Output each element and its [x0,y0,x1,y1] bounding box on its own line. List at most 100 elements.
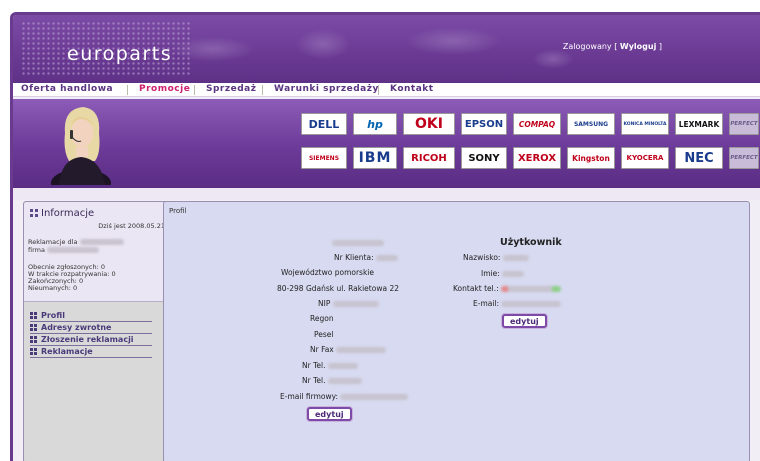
redacted-user-email [501,301,562,307]
company-row: firma [28,246,100,254]
tel-row: Nr Tel. [302,361,358,370]
bracket-open: [ [614,42,618,51]
brands-banner: DELL hp OKI EPSON COMPAQ SAMSUNG KONICA … [13,99,760,188]
nav-item-oferta[interactable]: Oferta handlowa [21,84,113,94]
brand-siemens-logo[interactable]: SIEMENS [301,147,347,169]
info-title: Informacje [30,208,94,219]
grid-icon [30,312,37,319]
sidebar-item-profil[interactable]: Profil [30,310,152,322]
woman-photo [51,107,111,185]
redacted-tel [327,363,358,369]
edit-user-button[interactable]: edytuj [502,314,547,328]
sidebar: Informacje Dziś jest 2008.05.21 Reklamac… [23,201,170,461]
surname-row: Nazwisko: [463,253,529,262]
fax-label: Nr Fax [310,345,334,354]
unread-count: Nieumanych: 0 [28,284,78,292]
brand-konica-minolta-logo[interactable]: KONICA MINOLTA [621,113,669,135]
date-label: Dziś jest 2008.05.21 [98,222,165,230]
client-no-row: Nr Klienta: [334,253,398,262]
nav-separator [378,85,379,95]
nav-item-promocje[interactable]: Promocje [139,84,190,94]
sidebar-item-zgloszenie[interactable]: Złoszenie reklamacji [30,334,152,346]
fax-row: Nr Fax [310,345,387,354]
sidebar-item-adresy[interactable]: Adresy zwrotne [30,322,152,334]
company-name-row [332,238,384,247]
nav-separator [127,85,128,95]
tel-label: Nr Tel. [302,361,326,370]
edit-company-button[interactable]: edytuj [307,407,352,421]
phone-row: Kontakt tel.: [453,284,562,293]
nav-separator [262,85,263,95]
nip-label: NIP [318,299,331,308]
nav-separator [194,85,195,95]
redacted-tel2 [327,378,362,384]
sidebar-item-reklamacje[interactable]: Reklamacje [30,346,152,358]
address: 80-298 Gdańsk ul. Rakietowa 22 [277,284,399,293]
grid-icon [30,209,38,217]
brand-perfect-logo[interactable]: PERFECT [729,113,759,135]
nip-row: NIP [318,299,379,308]
logout-link[interactable]: Wyloguj [620,42,656,51]
page-frame: europarts Zalogowany [ Wyloguj ] Oferta … [10,12,760,461]
menu-label: Adresy zwrotne [41,323,112,332]
redacted-name [79,239,124,245]
user-section-title: Użytkownik [500,237,562,248]
redacted-name-field [502,271,525,277]
redacted-fax [336,347,387,353]
profile-panel: Profil Nr Klienta: Województwo pomorskie… [163,201,750,461]
name-label: Imie: [481,269,500,278]
menu-label: Złoszenie reklamacji [41,335,134,344]
pesel-label: Pesel [314,330,334,339]
info-panel: Informacje Dziś jest 2008.05.21 Reklamac… [24,202,169,302]
tel2-label: Nr Tel. [302,376,326,385]
brand-nec-logo[interactable]: NEC [675,147,723,169]
brand-ricoh-logo[interactable]: RICOH [403,147,455,169]
brand-samsung-logo[interactable]: SAMSUNG [567,113,615,135]
logged-in-label: Zalogowany [562,42,612,51]
name-row: Imie: [481,269,525,278]
brand-compaq-logo[interactable]: COMPAQ [513,113,561,135]
main-nav: Oferta handlowa Promocje Sprzedaż Warunk… [13,83,760,97]
redacted-phone [501,286,562,292]
nav-item-sprzedaz[interactable]: Sprzedaż [206,84,256,94]
brand-ibm-logo[interactable]: IBM [353,147,397,169]
brand-sony-logo[interactable]: SONY [461,147,507,169]
voivodeship: Województwo pomorskie [281,268,375,277]
logo[interactable]: europarts [21,21,191,77]
grid-icon [30,324,37,331]
redacted-company [47,247,100,253]
brand-xerox-logo[interactable]: XEROX [513,147,561,169]
divider-band [13,188,760,200]
menu-label: Profil [41,311,65,320]
site-header: europarts Zalogowany [ Wyloguj ] [13,15,760,83]
menu-label: Reklamacje [41,347,93,356]
surname-label: Nazwisko: [463,253,501,262]
nav-item-kontakt[interactable]: Kontakt [390,84,434,94]
grid-icon [30,348,37,355]
redacted-client-no [376,255,398,261]
brand-kingston-logo[interactable]: Kingston [567,147,615,169]
brand-kyocera-logo[interactable]: KYOCERA [621,147,669,169]
tel2-row: Nr Tel. [302,376,362,385]
brand-hp-logo[interactable]: hp [353,113,397,135]
brand-lexmark-logo[interactable]: LEXMARK [675,113,723,135]
nav-item-warunki[interactable]: Warunki sprzedaży [274,84,379,94]
page-inner: europarts Zalogowany [ Wyloguj ] Oferta … [13,15,760,461]
brand-dell-logo[interactable]: DELL [301,113,347,135]
redacted-company-email [340,394,409,400]
regon-label: Regon [310,314,334,323]
logo-text: europarts [67,43,173,65]
company-label: firma [28,246,45,254]
complaints-for-row: Reklamacje dla [28,238,124,246]
info-title-label: Informacje [41,208,95,219]
sidebar-menu: Profil Adresy zwrotne Złoszenie reklamac… [30,310,152,358]
user-email-label: E-mail: [473,299,500,308]
brand-epson-logo[interactable]: EPSON [461,113,507,135]
redacted-nip [332,301,379,307]
grid-icon [30,336,37,343]
complaints-for-label: Reklamacje dla [28,238,78,246]
company-email-label: E-mail firmowy: [280,392,339,401]
brand-perfect-logo-2[interactable]: PERFECT [729,147,759,169]
phone-label: Kontakt tel.: [453,284,499,293]
brand-oki-logo[interactable]: OKI [403,113,455,135]
